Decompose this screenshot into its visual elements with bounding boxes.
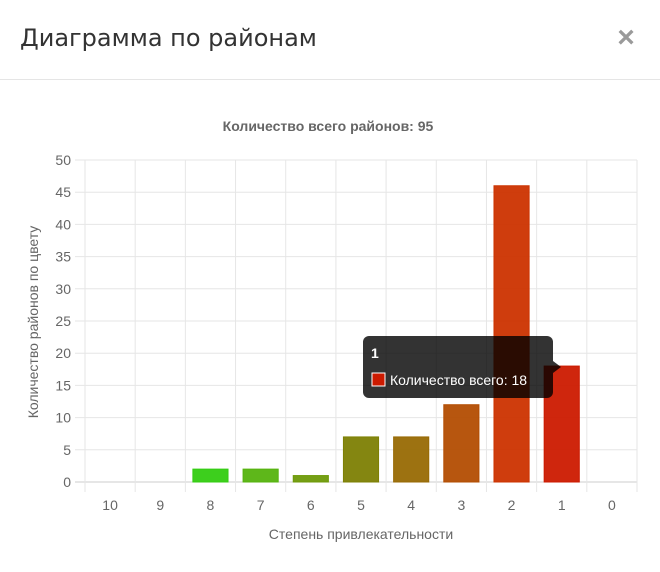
y-tick-label: 0 xyxy=(63,474,71,490)
x-axis-ticks: 10 9 8 7 6 5 4 3 2 1 0 xyxy=(102,497,616,513)
x-tick-label: 2 xyxy=(508,497,516,513)
y-tick-label: 40 xyxy=(55,216,71,232)
y-tick-label: 10 xyxy=(55,410,71,426)
chart-modal: Диаграмма по районам × Количество всего … xyxy=(0,0,660,572)
y-tick-label: 25 xyxy=(55,313,71,329)
x-tick-label: 6 xyxy=(307,497,315,513)
y-tick-label: 50 xyxy=(55,152,71,168)
x-tick-label: 3 xyxy=(457,497,465,513)
y-axis-ticks: 0 5 10 15 20 25 30 35 40 45 50 xyxy=(55,152,71,490)
tooltip-box xyxy=(363,336,553,398)
tooltip-title: 1 xyxy=(371,345,379,361)
x-tick-label: 10 xyxy=(102,497,118,513)
bar-3[interactable] xyxy=(443,404,480,483)
x-tick-label: 7 xyxy=(257,497,265,513)
y-tick-label: 35 xyxy=(55,249,71,265)
chart-tooltip: 1 Количество всего: 18 xyxy=(363,336,561,398)
modal-title: Диаграмма по районам xyxy=(20,24,317,52)
modal-header: Диаграмма по районам × xyxy=(0,0,660,80)
bar-5[interactable] xyxy=(342,436,380,483)
bar-8[interactable] xyxy=(192,468,229,483)
y-tick-label: 20 xyxy=(55,345,71,361)
y-tick-label: 5 xyxy=(63,442,71,458)
close-button[interactable]: × xyxy=(614,23,638,53)
y-tick-label: 45 xyxy=(55,184,71,200)
bar-6[interactable] xyxy=(292,475,329,483)
x-tick-label: 9 xyxy=(156,497,164,513)
tooltip-swatch xyxy=(371,372,386,387)
bar-7[interactable] xyxy=(242,468,279,483)
x-tick-label: 8 xyxy=(207,497,215,513)
x-tick-label: 0 xyxy=(608,497,616,513)
x-tick-label: 5 xyxy=(357,497,365,513)
bar-chart: Количество всего районов: 95 05101520253… xyxy=(25,118,638,542)
chart-title: Количество всего районов: 95 xyxy=(223,118,434,134)
x-tick-label: 1 xyxy=(558,497,566,513)
y-tick-label: 30 xyxy=(55,281,71,297)
y-tick-label: 15 xyxy=(55,377,71,393)
bar-2[interactable] xyxy=(493,185,530,483)
tooltip-label: Количество всего: 18 xyxy=(390,372,527,388)
bar-4[interactable] xyxy=(393,436,430,483)
x-axis-label: Степень привлекательности xyxy=(269,526,453,542)
y-axis-label: Количество районов по цвету xyxy=(25,226,41,419)
x-tick-label: 4 xyxy=(407,497,415,513)
